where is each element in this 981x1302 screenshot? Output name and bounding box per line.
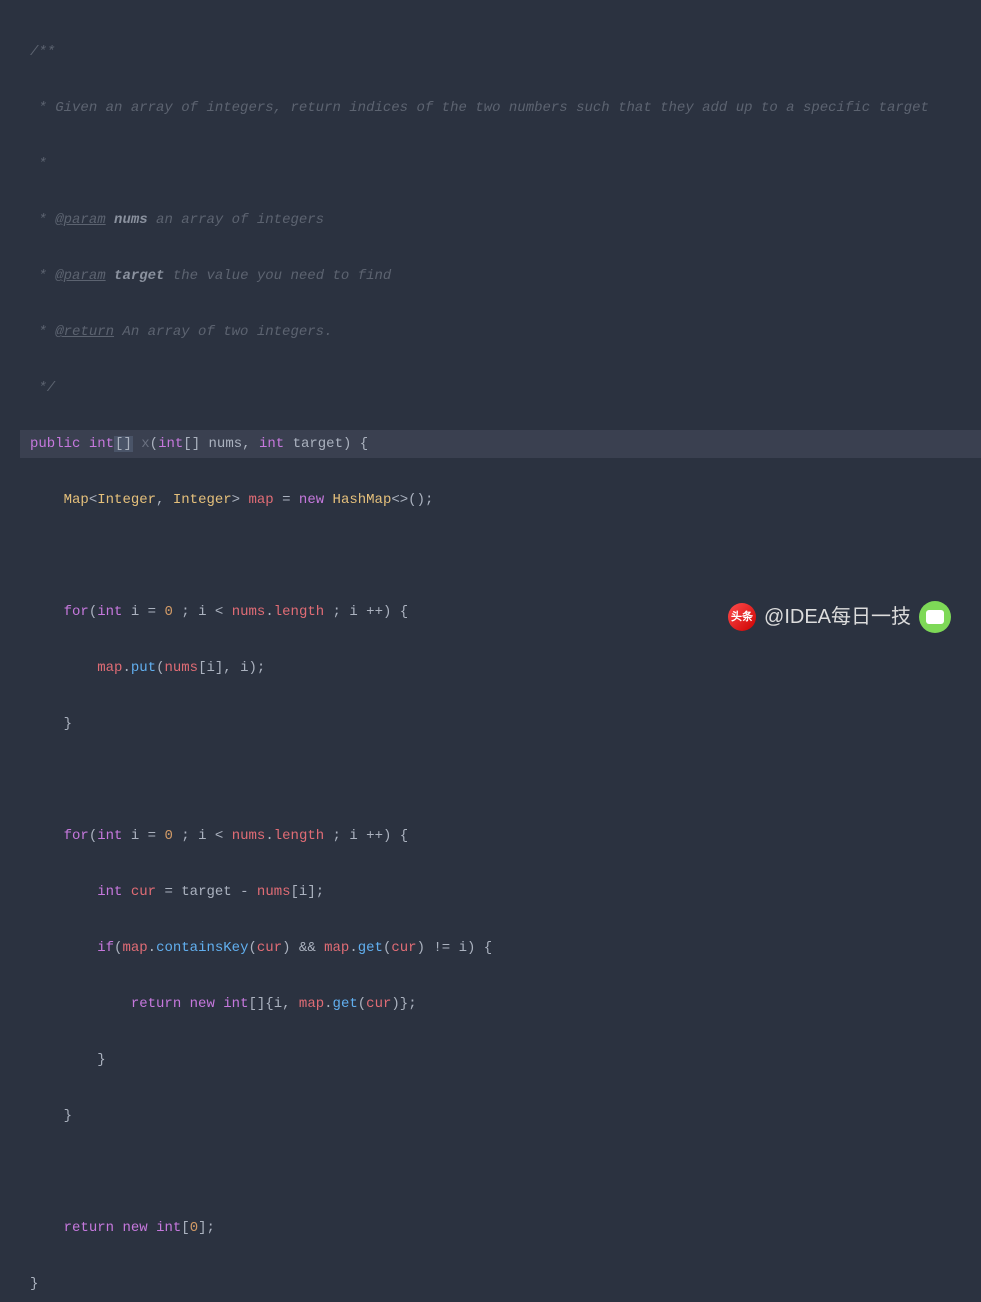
code-line: return new int[0]; bbox=[20, 1214, 981, 1242]
code-line: * @param nums an array of integers bbox=[20, 206, 981, 234]
javadoc-end: */ bbox=[30, 380, 55, 396]
watermark: 头条 @IDEA每日一技 bbox=[728, 601, 951, 633]
code-line bbox=[20, 542, 981, 570]
keyword-if: if bbox=[97, 940, 114, 956]
javadoc-param: * @param nums an array of integers bbox=[30, 212, 324, 228]
code-line: */ bbox=[20, 374, 981, 402]
type-int: int bbox=[89, 436, 114, 452]
keyword-public: public bbox=[30, 436, 80, 452]
wechat-logo-icon bbox=[919, 601, 951, 633]
code-line: * Given an array of integers, return ind… bbox=[20, 94, 981, 122]
code-line: if(map.containsKey(cur) && map.get(cur) … bbox=[20, 934, 981, 962]
code-line: int cur = target - nums[i]; bbox=[20, 878, 981, 906]
code-line: * @param target the value you need to fi… bbox=[20, 262, 981, 290]
watermark-text: @IDEA每日一技 bbox=[764, 603, 911, 631]
javadoc-start: /** bbox=[30, 44, 55, 60]
code-line: * bbox=[20, 150, 981, 178]
bracket-highlight: [] bbox=[114, 436, 133, 452]
javadoc-return: * @return An array of two integers. bbox=[30, 324, 332, 340]
code-line-current[interactable]: public int[] x(int[] nums, int target) { bbox=[20, 430, 981, 458]
code-line: for(int i = 0 ; i < nums.length ; i ++) … bbox=[20, 822, 981, 850]
type-map: Map bbox=[64, 492, 89, 508]
code-line: map.put(nums[i], i); bbox=[20, 654, 981, 682]
keyword-return: return bbox=[64, 1220, 114, 1236]
javadoc-text: * Given an array of integers, return ind… bbox=[30, 100, 929, 116]
code-line: } bbox=[20, 710, 981, 738]
javadoc-param: * @param target the value you need to fi… bbox=[30, 268, 391, 284]
code-line: } bbox=[20, 1046, 981, 1074]
code-line bbox=[20, 766, 981, 794]
code-line: Map<Integer, Integer> map = new HashMap<… bbox=[20, 486, 981, 514]
code-line: * @return An array of two integers. bbox=[20, 318, 981, 346]
code-line: } bbox=[20, 1270, 981, 1298]
keyword-for: for bbox=[64, 828, 89, 844]
code-line bbox=[20, 1158, 981, 1186]
code-line: } bbox=[20, 1102, 981, 1130]
code-line: return new int[]{i, map.get(cur)}; bbox=[20, 990, 981, 1018]
javadoc-blank: * bbox=[30, 156, 47, 172]
keyword-for: for bbox=[64, 604, 89, 620]
method-name-placeholder: x bbox=[141, 436, 149, 452]
toutiao-logo-icon: 头条 bbox=[728, 603, 756, 631]
code-editor[interactable]: /** * Given an array of integers, return… bbox=[0, 0, 981, 1302]
code-line: /** bbox=[20, 38, 981, 66]
keyword-return: return bbox=[131, 996, 181, 1012]
